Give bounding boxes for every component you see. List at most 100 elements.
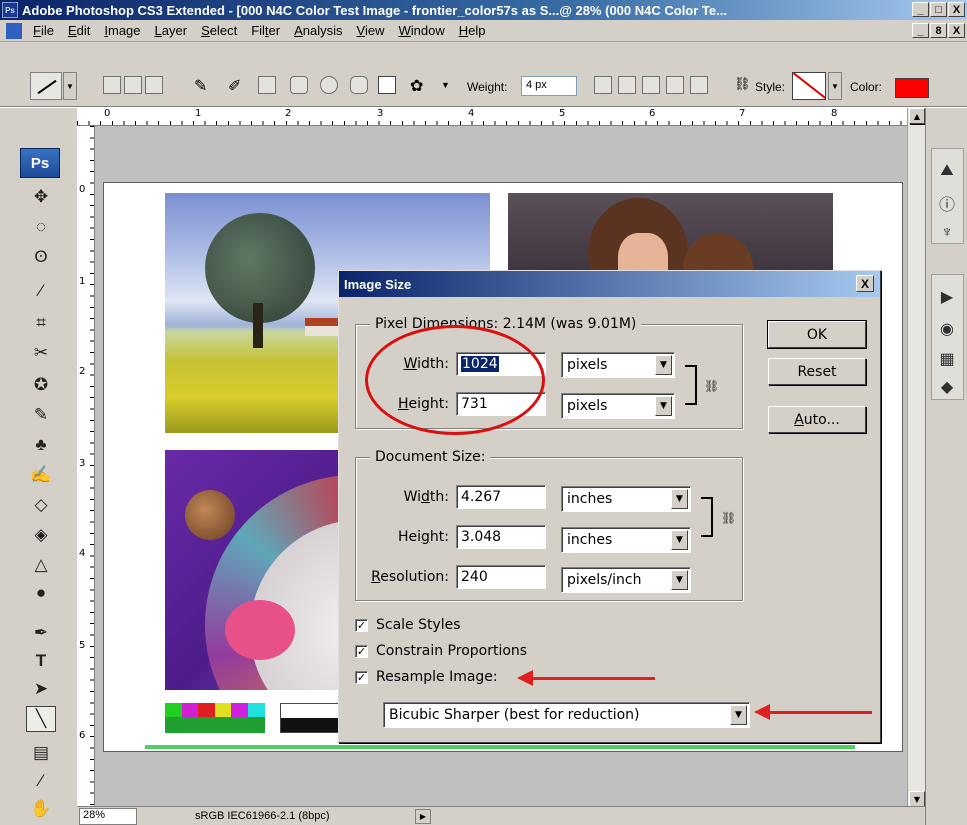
vertical-scrollbar[interactable]: ▲ ▼	[907, 108, 925, 808]
minimize-button[interactable]: _	[912, 2, 929, 17]
constrain-proportions-checkbox[interactable]: ✓ Constrain Proportions	[355, 643, 527, 659]
constrain-proportions-check[interactable]: ✓	[355, 644, 368, 658]
freeform-pen-icon[interactable]: ✐	[228, 76, 246, 95]
menu-view[interactable]: View	[350, 23, 392, 38]
zoom-level-field[interactable]: 28%	[79, 807, 137, 825]
style-dropdown-arrow[interactable]: ▼	[828, 72, 842, 100]
layers-panel-icon[interactable]: ◆	[934, 374, 960, 400]
style-picker[interactable]	[792, 72, 826, 100]
reset-button[interactable]: Reset	[768, 358, 866, 385]
navigator-panel-icon[interactable]: ⛰	[934, 158, 960, 184]
doc-width-input[interactable]: 4.267	[456, 485, 546, 509]
scale-styles-check[interactable]: ✓	[355, 618, 368, 632]
magic-wand-tool-icon[interactable]: ⁄	[26, 278, 56, 304]
auto-button[interactable]: Auto...	[768, 406, 866, 433]
doc-close-button[interactable]: X	[948, 23, 965, 38]
menu-layer[interactable]: Layer	[148, 23, 195, 38]
line-shape-button[interactable]	[378, 76, 396, 94]
document-icon[interactable]	[6, 22, 22, 39]
weight-input[interactable]: 4 px	[521, 76, 577, 96]
custom-shape-icon[interactable]: ✿	[410, 76, 428, 95]
menu-window[interactable]: Window	[391, 23, 451, 38]
resample-method-select[interactable]: Bicubic Sharper (best for reduction) ▼	[383, 702, 750, 728]
swatches-panel-icon[interactable]: ▦	[934, 346, 960, 372]
resolution-input[interactable]: 240	[456, 565, 546, 589]
rectangle-shape-button[interactable]	[258, 76, 276, 94]
histogram-panel-icon[interactable]: ♆	[934, 220, 960, 246]
scroll-up-arrow-icon[interactable]: ▲	[909, 108, 925, 124]
pen-tool-icon[interactable]: ✒	[26, 620, 56, 646]
notes-tool-icon[interactable]: ▤	[26, 740, 56, 766]
close-window-button[interactable]: X	[948, 2, 965, 17]
clone-stamp-tool-icon[interactable]: ♣	[26, 432, 56, 458]
menu-analysis[interactable]: Analysis	[287, 23, 349, 38]
menu-image[interactable]: Image	[97, 23, 147, 38]
ruler-mark: 4	[79, 548, 86, 559]
brush-tool-icon[interactable]: ✎	[26, 402, 56, 428]
marquee-tool-icon[interactable]: ◌	[26, 214, 56, 240]
path-selection-tool-icon[interactable]: ➤	[26, 676, 56, 702]
ellipse-button[interactable]	[320, 76, 338, 94]
menu-filter[interactable]: Filter	[244, 23, 287, 38]
maximize-button[interactable]: □	[930, 2, 947, 17]
slice-tool-icon[interactable]: ✂	[26, 340, 56, 366]
healing-brush-tool-icon[interactable]: ✪	[26, 372, 56, 398]
scroll-down-arrow-icon[interactable]: ▼	[909, 791, 925, 807]
subtract-shape-button[interactable]	[642, 76, 660, 94]
pixel-width-unit-select[interactable]: pixels ▼	[561, 352, 675, 378]
vertical-ruler[interactable]: 0 1 2 3 4 5 6	[77, 126, 95, 806]
ok-button[interactable]: OK	[767, 320, 867, 349]
horizontal-ruler[interactable]: 0 1 2 3 4 5 6 7 8	[77, 108, 907, 126]
line-tool-preset-picker[interactable]	[30, 72, 62, 100]
eyedropper-tool-icon[interactable]: ⁄	[26, 768, 56, 794]
fill-pixels-button[interactable]	[145, 76, 163, 94]
move-tool-icon[interactable]: ✥	[26, 184, 56, 210]
link-icon[interactable]: ⛓	[734, 76, 752, 94]
paint-bucket-tool-icon[interactable]: ◈	[26, 522, 56, 548]
pixel-dimensions-legend: Pixel Dimensions: 2.14M (was 9.01M)	[370, 316, 642, 332]
shape-dropdown-arrow[interactable]: ▼	[441, 80, 450, 90]
menu-file[interactable]: File	[26, 23, 61, 38]
menu-bar: File Edit Image Layer Select Filter Anal…	[0, 20, 967, 42]
new-shape-layer-button[interactable]	[594, 76, 612, 94]
actions-panel-icon[interactable]: ▶	[934, 284, 960, 310]
doc-minimize-button[interactable]: _	[912, 23, 929, 38]
chain-link-icon: ⛓	[704, 379, 720, 393]
status-menu-arrow-icon[interactable]: ▶	[415, 808, 431, 824]
crop-tool-icon[interactable]: ⌗	[26, 310, 56, 336]
shape-layers-button[interactable]	[103, 76, 121, 94]
history-brush-tool-icon[interactable]: ✍	[26, 462, 56, 488]
line-tool-icon[interactable]: ╲	[26, 706, 56, 732]
resolution-unit-select[interactable]: pixels/inch ▼	[561, 567, 691, 593]
color-panel-icon[interactable]: ◉	[934, 316, 960, 342]
preset-dropdown-arrow[interactable]: ▼	[63, 72, 77, 100]
hand-tool-icon[interactable]: ✋	[26, 796, 56, 822]
type-tool-icon[interactable]: T	[26, 648, 56, 674]
pixel-height-unit-select[interactable]: pixels ▼	[561, 393, 675, 419]
resample-image-check[interactable]: ✓	[355, 670, 368, 684]
menu-edit[interactable]: Edit	[61, 23, 97, 38]
doc-height-unit-select[interactable]: inches ▼	[561, 527, 691, 553]
paths-button[interactable]	[124, 76, 142, 94]
eraser-tool-icon[interactable]: ◇	[26, 492, 56, 518]
pen-icon[interactable]: ✎	[194, 76, 212, 95]
doc-height-input[interactable]: 3.048	[456, 525, 546, 549]
intersect-shape-button[interactable]	[666, 76, 684, 94]
resample-image-checkbox[interactable]: ✓ Resample Image:	[355, 669, 498, 685]
doc-restore-button[interactable]: 8	[930, 23, 947, 38]
exclude-shape-button[interactable]	[690, 76, 708, 94]
rounded-rectangle-button[interactable]	[290, 76, 308, 94]
menu-select[interactable]: Select	[194, 23, 244, 38]
polygon-button[interactable]	[350, 76, 368, 94]
blur-tool-icon[interactable]: △	[26, 552, 56, 578]
ruler-mark: 2	[285, 108, 292, 119]
doc-width-unit-select[interactable]: inches ▼	[561, 486, 691, 512]
add-to-shape-button[interactable]	[618, 76, 636, 94]
scale-styles-checkbox[interactable]: ✓ Scale Styles	[355, 617, 461, 633]
info-panel-icon[interactable]: ⓘ	[934, 190, 960, 216]
color-swatch[interactable]	[895, 78, 929, 98]
dodge-tool-icon[interactable]: ●	[26, 580, 56, 606]
menu-help[interactable]: Help	[452, 23, 493, 38]
lasso-tool-icon[interactable]: ʘ	[26, 244, 56, 270]
dialog-close-button[interactable]: X	[856, 275, 874, 292]
